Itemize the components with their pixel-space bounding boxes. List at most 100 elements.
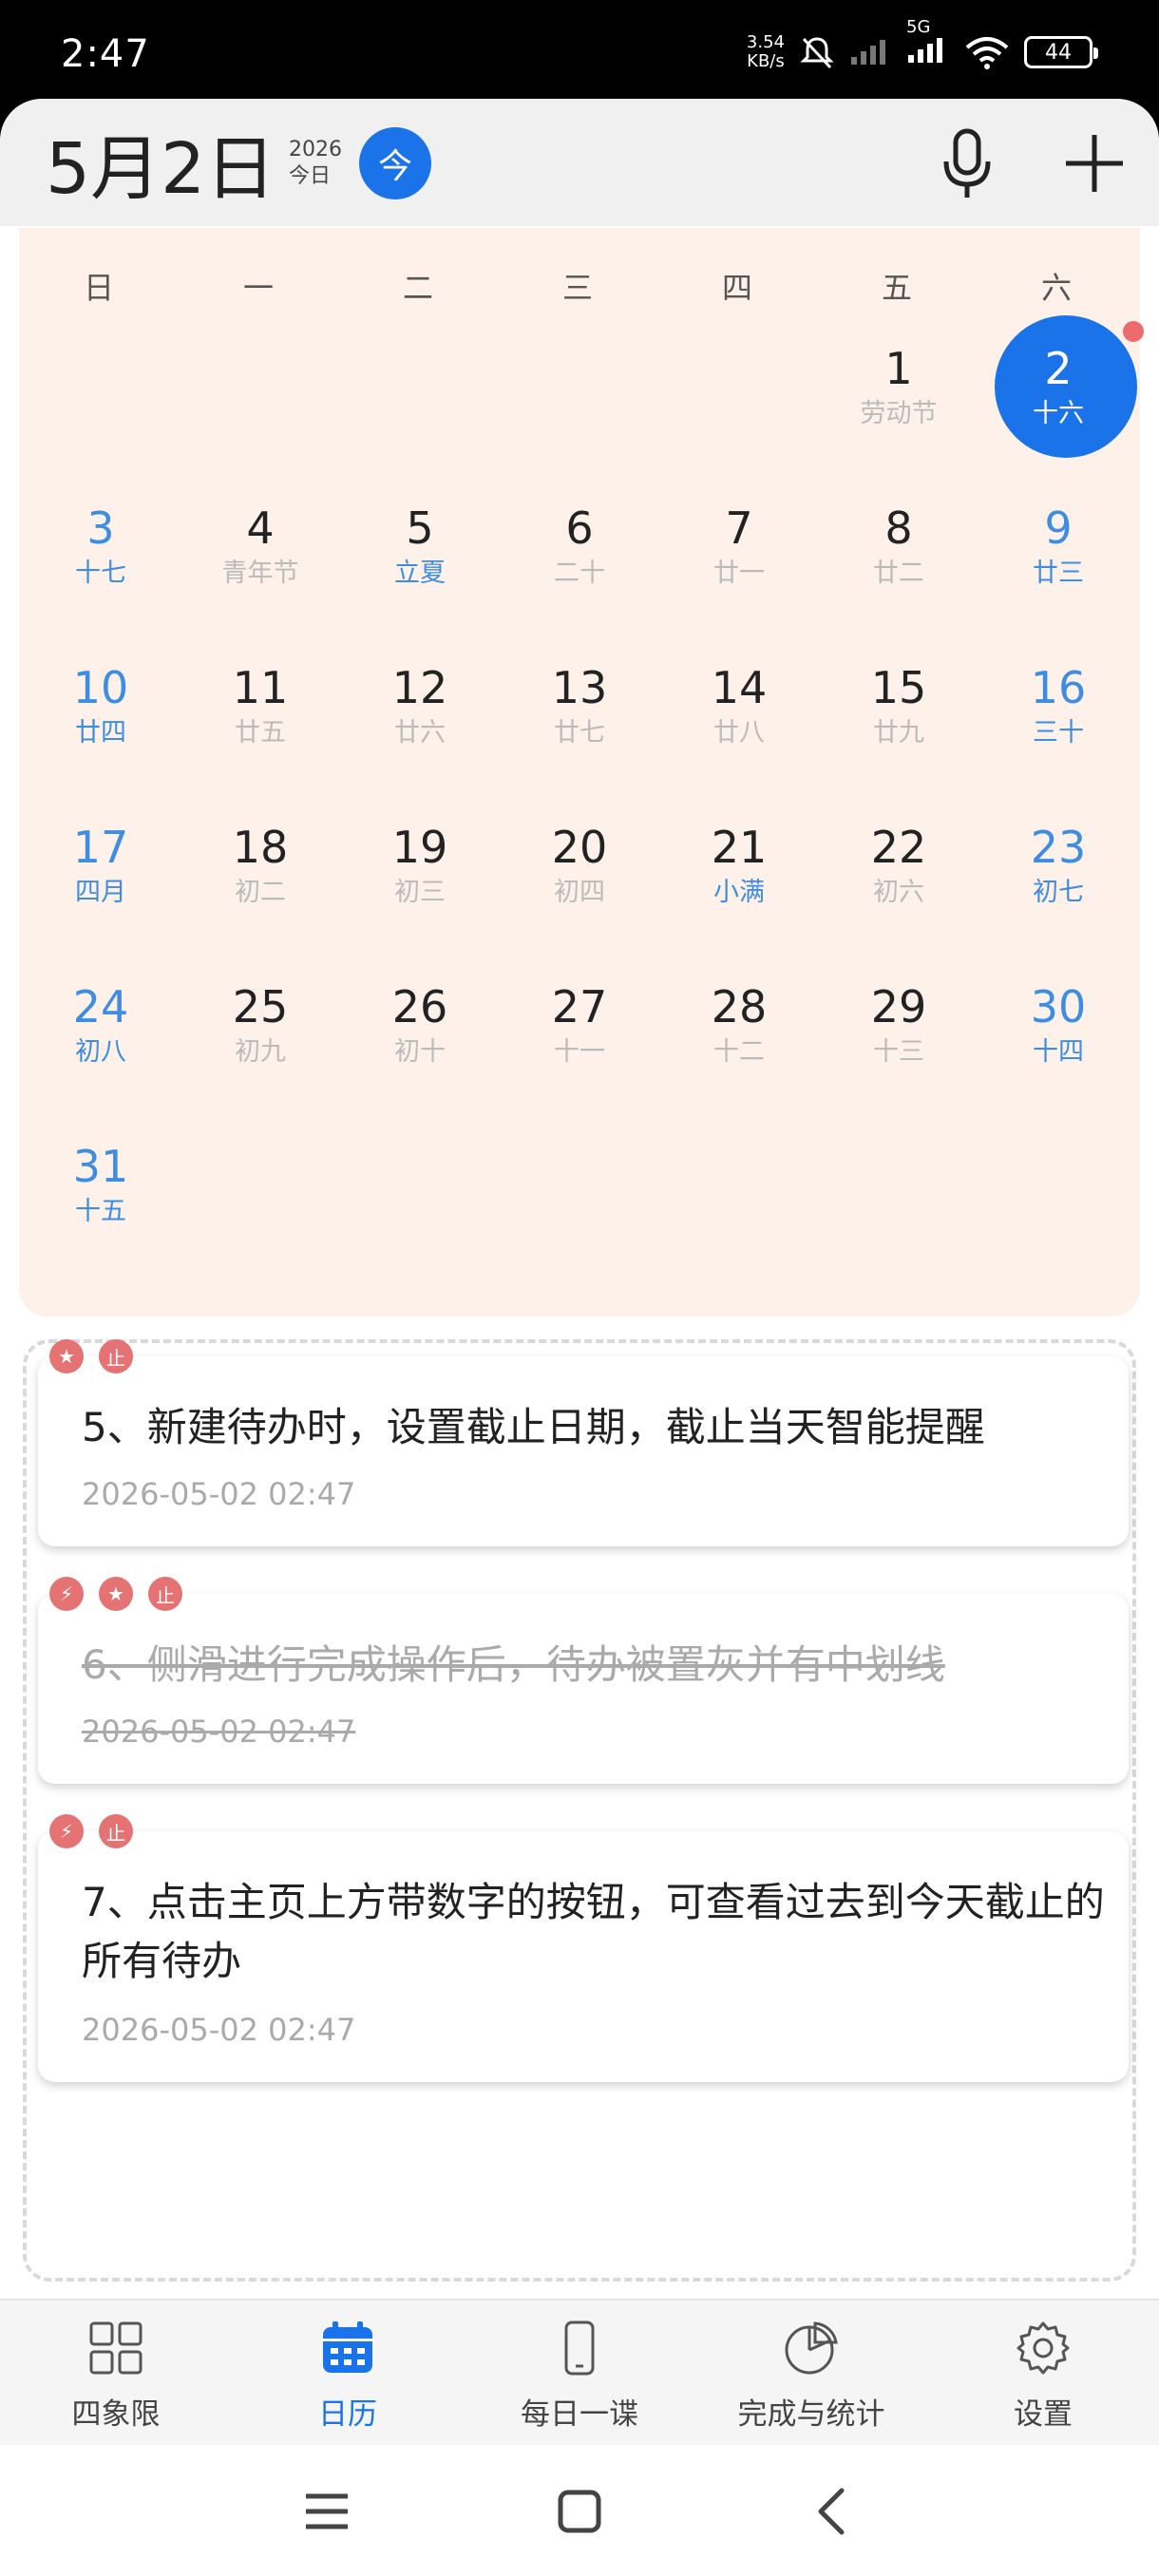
day-number: 15	[870, 662, 927, 713]
today-button[interactable]: 今	[359, 127, 431, 199]
calendar-day[interactable]: 18 初二	[180, 792, 340, 952]
calendar-day[interactable]: 26 初十	[340, 952, 500, 1111]
day-number: 14	[711, 662, 768, 713]
todo-title: 5、新建待办时，设置截止日期，截止当天智能提醒	[82, 1404, 985, 1450]
calendar-day[interactable]: 16 三十	[978, 633, 1138, 792]
day-number: 22	[870, 822, 927, 873]
lunar-label: 廿六	[394, 718, 446, 748]
weekday: 四	[721, 270, 752, 306]
calendar-day[interactable]: 10 廿四	[21, 633, 180, 792]
calendar-day[interactable]: 11 廿五	[180, 633, 340, 792]
day-number: 10	[72, 662, 129, 713]
calendar-icon	[323, 2321, 372, 2373]
calendar-day[interactable]: 6 二十	[500, 473, 659, 633]
star-icon: ★	[49, 1339, 84, 1373]
lunar-label: 初二	[235, 878, 286, 907]
lunar-label: 小满	[713, 878, 765, 907]
lightning-icon: ⚡	[49, 1814, 84, 1848]
calendar-day[interactable]: 25 初九	[180, 952, 340, 1111]
day-number: 18	[232, 822, 289, 873]
nav-calendar[interactable]: 日历	[232, 2301, 464, 2447]
nav-label: 每日一谍	[521, 2397, 638, 2432]
calendar-day[interactable]: 7 廿一	[659, 473, 819, 633]
net-speed-value: 3.54	[746, 32, 785, 52]
weekday: 一	[242, 270, 274, 306]
gear-icon	[1016, 2321, 1070, 2375]
lunar-label: 廿九	[873, 718, 924, 748]
event-dot	[1123, 321, 1144, 342]
lunar-label: 十四	[1033, 1037, 1084, 1067]
day-number: 6	[565, 502, 594, 554]
deadline-icon: 止	[99, 1339, 133, 1373]
nav-daily[interactable]: 每日一谍	[464, 2301, 695, 2447]
nav-stats[interactable]: 完成与统计	[695, 2301, 927, 2447]
lunar-label: 初十	[394, 1037, 446, 1067]
calendar-day[interactable]: 21 小满	[659, 792, 819, 952]
calendar-day[interactable]: 24 初八	[21, 952, 180, 1111]
lunar-label: 初三	[394, 878, 446, 907]
calendar-day[interactable]: 12 廿六	[340, 633, 500, 792]
calendar-day[interactable]: 15 廿九	[819, 633, 978, 792]
mute-icon	[800, 37, 834, 69]
todo-item[interactable]: ⚡ ★ 止 6、侧滑进行完成操作后，待办被置灰并有中划线 2026-05-02 …	[38, 1577, 1129, 1784]
calendar-day[interactable]: 28 十二	[659, 952, 819, 1111]
calendar-day[interactable]: 20 初四	[500, 792, 659, 952]
home-icon[interactable]	[551, 2483, 608, 2540]
battery-icon: 44	[1024, 36, 1098, 68]
todo-time: 2026-05-02 02:47	[82, 2012, 356, 2048]
weekday: 六	[1040, 270, 1072, 306]
lunar-label: 劳动节	[860, 399, 938, 428]
calendar-day[interactable]: 17 四月	[21, 792, 180, 952]
nav-label: 日历	[318, 2397, 377, 2432]
back-icon[interactable]	[804, 2483, 861, 2540]
todo-time: 2026-05-02 02:47	[82, 1476, 356, 1512]
calendar-day[interactable]: 27 十一	[500, 952, 659, 1111]
calendar-day[interactable]: 2 十六	[978, 313, 1144, 473]
todo-badges: ⚡ 止	[49, 1814, 133, 1848]
calendar-day[interactable]: 8 廿二	[819, 473, 978, 633]
calendar-day[interactable]: 22 初六	[819, 792, 978, 952]
calendar-day[interactable]: 1 劳动节	[819, 313, 978, 473]
net-speed: 3.54 KB/s	[747, 33, 785, 71]
calendar-day[interactable]: 29 十三	[819, 952, 978, 1111]
todo-item[interactable]: ★ 止 5、新建待办时，设置截止日期，截止当天智能提醒 2026-05-02 0…	[38, 1339, 1129, 1546]
lunar-label: 三十	[1033, 718, 1084, 748]
day-number: 9	[1044, 502, 1073, 554]
lunar-label: 十一	[554, 1037, 605, 1067]
calendar-day[interactable]: 3 十七	[21, 473, 180, 633]
calendar-day[interactable]: 31 十五	[21, 1111, 180, 1271]
nav-quadrant[interactable]: 四象限	[0, 2301, 232, 2447]
lunar-label: 四月	[75, 878, 126, 907]
grid-icon	[89, 2321, 142, 2375]
day-number: 3	[86, 502, 115, 554]
nav-settings[interactable]: 设置	[927, 2301, 1159, 2447]
weekday: 二	[402, 270, 433, 306]
year-block: 2026 今日	[289, 137, 342, 190]
calendar-day[interactable]: 30 十四	[978, 952, 1138, 1111]
wifi-icon	[965, 37, 1009, 69]
todo-title: 6、侧滑进行完成操作后，待办被置灰并有中划线	[82, 1641, 945, 1688]
plus-icon[interactable]	[1062, 131, 1127, 196]
calendar-day[interactable]: 14 廿八	[659, 633, 819, 792]
lightning-icon: ⚡	[49, 1577, 84, 1611]
menu-icon[interactable]	[298, 2483, 355, 2540]
todo-title: 7、点击主页上方带数字的按钮，可查看过去到今天截止的所有待办	[82, 1879, 1105, 1984]
current-date[interactable]: 5月2日	[46, 122, 276, 217]
calendar-day[interactable]: 9 廿三	[978, 473, 1138, 633]
mic-icon[interactable]	[939, 127, 996, 203]
calendar: 日 一 二 三 四 五 六 1 劳动节 2 十六 3 十七 4 青年节 5 立夏 6 二十 7 廿一 8 廿二…	[19, 228, 1144, 1316]
day-number: 11	[232, 662, 289, 713]
lunar-label: 廿七	[554, 718, 605, 748]
calendar-day[interactable]: 13 廿七	[500, 633, 659, 792]
calendar-day[interactable]: 19 初三	[340, 792, 500, 952]
lunar-label: 廿一	[713, 559, 765, 588]
todo-item[interactable]: ⚡ 止 7、点击主页上方带数字的按钮，可查看过去到今天截止的所有待办 2026-…	[38, 1814, 1129, 2082]
lunar-label: 廿三	[1033, 559, 1084, 588]
calendar-day[interactable]: 5 立夏	[340, 473, 500, 633]
calendar-day[interactable]: 4 青年节	[180, 473, 340, 633]
weekday: 三	[561, 270, 593, 306]
deadline-icon: 止	[148, 1577, 182, 1611]
day-number: 30	[1030, 981, 1087, 1032]
calendar-day[interactable]: 23 初七	[978, 792, 1138, 952]
day-number: 7	[725, 502, 753, 554]
